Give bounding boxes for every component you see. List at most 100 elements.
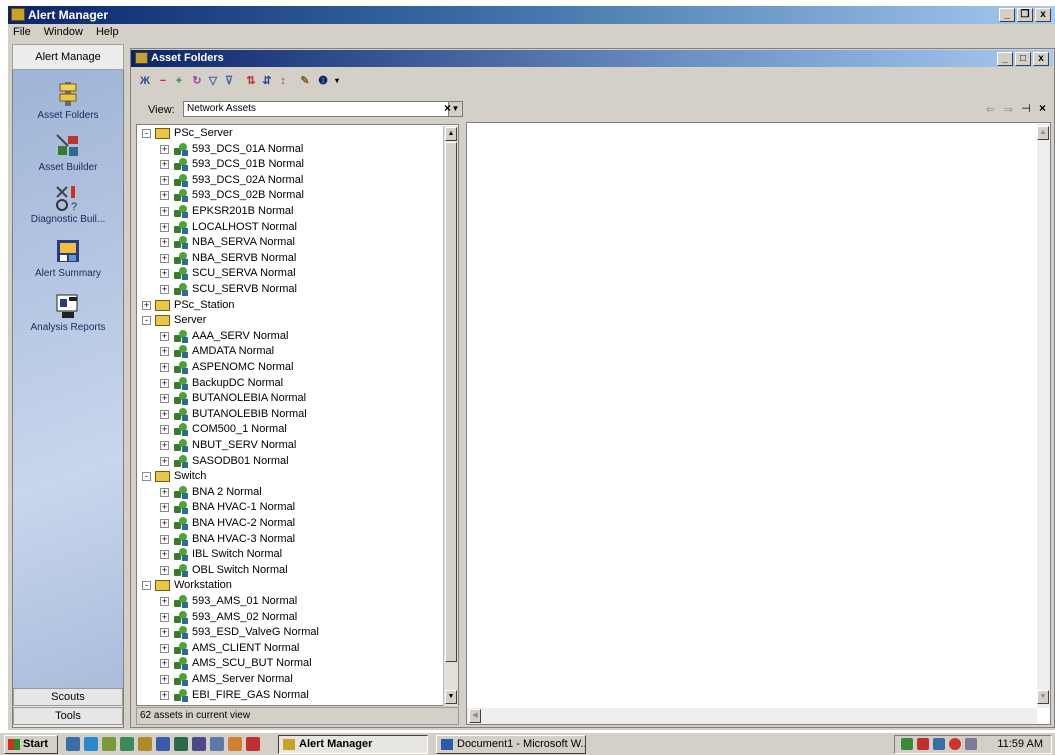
find-icon[interactable]: Ж <box>138 74 152 88</box>
expand-icon[interactable]: + <box>160 675 169 684</box>
tree-asset-row[interactable]: + BUTANOLEBIB Normal <box>136 407 436 422</box>
tree-asset-row[interactable]: +593_AMS_01 Normal <box>136 594 436 609</box>
tray-network-icon[interactable] <box>901 738 913 750</box>
tree-asset-row[interactable]: + IBL Switch Normal <box>136 547 436 562</box>
sidebar-scouts-button[interactable]: Scouts <box>13 688 123 706</box>
tree-asset-row[interactable]: + OBL Switch Normal <box>136 563 436 578</box>
pin-icon[interactable]: ⊣ <box>1021 102 1031 115</box>
tree-asset-row[interactable]: + BNA 2 Normal <box>136 485 436 500</box>
sidebar-item-asset-builder[interactable]: Asset Builder <box>13 132 123 173</box>
tree-asset-row[interactable]: +593_DCS_02B Normal <box>136 188 436 203</box>
sort-options-icon[interactable]: ↕ <box>276 74 290 88</box>
expand-icon[interactable]: + <box>160 456 169 466</box>
close-button[interactable]: x <box>1035 8 1051 22</box>
expand-icon[interactable]: + <box>160 253 169 263</box>
tree-asset-row[interactable]: +593_AMS_02 Normal <box>136 610 436 625</box>
tree-folder-row[interactable]: - Workstation <box>136 578 436 593</box>
tree-folder-row[interactable]: - Server <box>136 313 436 328</box>
detail-scroll-up-icon[interactable]: ▲ <box>1037 126 1049 140</box>
view-select[interactable]: Network Assets ▼ <box>183 101 463 117</box>
tray-antivirus-icon[interactable] <box>917 738 929 750</box>
tree-asset-row[interactable]: + NBA_SERVA Normal <box>136 235 436 250</box>
forward-arrow-icon[interactable]: ⇒ <box>1004 103 1013 116</box>
child-title-bar[interactable]: Asset Folders _ □ x <box>131 50 1053 67</box>
quicklaunch-document-icon[interactable] <box>156 737 170 751</box>
task-document1[interactable]: Document1 - Microsoft W... <box>436 735 586 754</box>
detail-horizontal-scrollbar[interactable]: ◀ <box>467 708 1037 724</box>
clear-filter-icon[interactable]: ⊽ <box>222 74 236 88</box>
quicklaunch-network-icon[interactable] <box>102 737 116 751</box>
help-icon[interactable]: ❶ <box>316 74 330 88</box>
scroll-thumb[interactable] <box>445 142 457 662</box>
tree-folder-row[interactable]: - Switch <box>136 469 436 484</box>
tree-asset-row[interactable]: + BUTANOLEBIA Normal <box>136 391 436 406</box>
tree-asset-row[interactable]: + SASODB01 Normal <box>136 454 436 469</box>
expand-icon[interactable]: + <box>160 503 169 513</box>
tree-asset-row[interactable]: + COM500_1 Normal <box>136 422 436 437</box>
expand-icon[interactable]: + <box>160 409 169 419</box>
tree-vertical-scrollbar[interactable]: ▲ ▼ <box>443 126 458 706</box>
tree-asset-row[interactable]: +593_DCS_01A Normal <box>136 142 436 157</box>
expand-icon[interactable]: + <box>160 534 169 544</box>
tray-alert-icon[interactable] <box>949 738 961 750</box>
expand-icon[interactable]: + <box>160 487 169 497</box>
quicklaunch-media-icon[interactable] <box>246 737 260 751</box>
expand-icon[interactable]: + <box>160 441 169 450</box>
expand-icon[interactable]: + <box>160 175 169 185</box>
tree-asset-row[interactable]: + BackupDC Normal <box>136 376 436 391</box>
filter-icon[interactable]: ▽ <box>206 74 220 88</box>
start-button[interactable]: Start <box>4 735 58 754</box>
tree-asset-row[interactable]: +593_DCS_01B Normal <box>136 157 436 172</box>
collapse-icon[interactable]: - <box>142 316 151 326</box>
tree-folder-row[interactable]: - PSc_Server <box>136 126 436 141</box>
scroll-up-icon[interactable]: ▲ <box>445 127 457 141</box>
sidebar-item-asset-folders[interactable]: Asset Folders <box>13 80 123 121</box>
expand-icon[interactable]: + <box>160 269 169 279</box>
menu-file[interactable]: File <box>8 24 36 38</box>
quicklaunch-image-icon[interactable] <box>210 737 224 751</box>
expand-icon[interactable]: + <box>160 378 169 388</box>
tree-asset-row[interactable]: + NBA_SERVB Normal <box>136 251 436 266</box>
expand-icon[interactable]: + <box>160 160 169 170</box>
child-close-button[interactable]: x <box>1033 52 1049 66</box>
tree-asset-row[interactable]: + ASPENOMC Normal <box>136 360 436 375</box>
collapse-icon[interactable]: - <box>142 129 151 138</box>
tree-asset-row[interactable]: + BNA HVAC-3 Normal <box>136 532 436 547</box>
expand-icon[interactable]: + <box>160 222 169 232</box>
tree-asset-row[interactable]: + EPKSR201B Normal <box>136 204 436 219</box>
tree-asset-row[interactable]: + NBUT_SERV Normal <box>136 438 436 453</box>
tree-asset-row[interactable]: + SCU_SERVB Normal <box>136 282 436 297</box>
expand-icon[interactable]: + <box>160 425 169 435</box>
remove-icon[interactable]: − <box>156 74 170 88</box>
sidebar-item-analysis-reports[interactable]: Analysis Reports <box>13 292 123 333</box>
expand-icon[interactable]: + <box>142 300 151 310</box>
expand-icon[interactable]: + <box>160 597 169 606</box>
quicklaunch-tool-icon[interactable] <box>138 737 152 751</box>
expand-icon[interactable]: + <box>160 519 169 528</box>
scroll-down-icon[interactable]: ▼ <box>445 690 457 704</box>
expand-icon[interactable]: + <box>160 550 169 560</box>
tree-asset-row[interactable]: + EBI_FIRE_GAS Normal <box>136 688 436 703</box>
dropdown-arrow-icon[interactable]: ▾ <box>330 74 344 88</box>
restore-button[interactable]: ❐ <box>1017 8 1033 22</box>
expand-icon[interactable]: + <box>160 612 169 622</box>
quicklaunch-alert-icon[interactable] <box>228 737 242 751</box>
tree-asset-row[interactable]: + AMS_SCU_BUT Normal <box>136 656 436 671</box>
sidebar-header[interactable]: Alert Manage <box>12 44 124 70</box>
quicklaunch-spreadsheet-icon[interactable] <box>174 737 188 751</box>
tree-asset-row[interactable]: + BNA HVAC-2 Normal <box>136 516 436 531</box>
tree-asset-row[interactable]: + AAA_SERV Normal <box>136 329 436 344</box>
expand-icon[interactable]: + <box>160 144 169 154</box>
expand-icon[interactable]: + <box>160 285 169 294</box>
refresh-icon[interactable]: ↻ <box>190 74 204 88</box>
tree-asset-row[interactable]: + AMS_Server Normal <box>136 672 436 687</box>
expand-icon[interactable]: + <box>160 643 169 653</box>
tree-asset-row[interactable]: + BNA HVAC-1 Normal <box>136 500 436 515</box>
tree-asset-row[interactable]: + AMDATA Normal <box>136 344 436 359</box>
sort-descending-icon[interactable]: ⇵ <box>260 74 274 88</box>
tree-asset-row[interactable]: + LOCALHOST Normal <box>136 220 436 235</box>
expand-icon[interactable]: + <box>160 628 169 638</box>
tree-folder-row[interactable]: + PSc_Station <box>136 298 436 313</box>
properties-icon[interactable]: ✎ <box>298 74 312 88</box>
back-arrow-icon[interactable]: ⇐ <box>986 103 995 116</box>
